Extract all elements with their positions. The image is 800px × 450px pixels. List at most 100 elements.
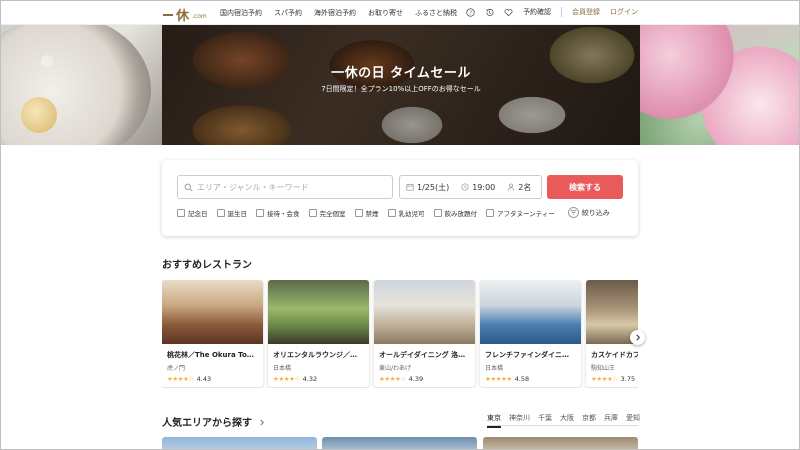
date-time-people-selector[interactable]: 1/25(土) 19:00 2名: [399, 175, 542, 199]
restaurant-name: フレンチファインダイニ…: [485, 351, 569, 359]
person-icon: [508, 183, 515, 191]
svg-text:?: ?: [469, 10, 472, 16]
carousel-next-button[interactable]: [630, 330, 645, 345]
nav-gourmet-delivery[interactable]: お取り寄せ: [368, 8, 403, 18]
popular-areas-title: 人気エリアから探す: [162, 414, 265, 429]
filter-non-smoking[interactable]: 禁煙: [354, 208, 379, 218]
logo-dash: [163, 13, 173, 16]
restaurant-rating: ★★★★☆ 3.75: [591, 375, 638, 383]
filter-business-dinner[interactable]: 接待・会食: [256, 208, 300, 218]
time-selector[interactable]: 19:00: [461, 183, 495, 192]
restaurant-card[interactable]: フレンチファインダイニ… 日本橋 ★★★★★ 4.58: [480, 280, 581, 387]
search-button[interactable]: 検索する: [547, 175, 623, 199]
filter-all-you-can-drink[interactable]: 飲み放題付: [433, 208, 478, 218]
heart-icon[interactable]: [504, 8, 513, 17]
checkbox[interactable]: [354, 208, 363, 217]
food-image: [21, 97, 57, 133]
people-selector[interactable]: 2名: [507, 182, 531, 193]
restaurant-rating: ★★★★☆ 4.32: [273, 375, 364, 383]
hero-next-slide-image[interactable]: [640, 25, 799, 145]
logo-suffix: .com: [192, 13, 207, 20]
restaurant-card[interactable]: オリエンタルラウンジ／… 日本橋 ★★★★☆ 4.32: [268, 280, 369, 387]
filter-afternoon-tea[interactable]: アフタヌーンティー: [486, 208, 555, 218]
restaurant-card[interactable]: オールデイダイニング 洛… 東山/わあげ ★★★★☆ 4.39: [374, 280, 475, 387]
people-value: 2名: [518, 182, 532, 192]
checkbox[interactable]: [486, 208, 494, 217]
restaurant-rating: ★★★★☆ 4.43: [167, 375, 258, 383]
date-selector[interactable]: 1/25(土): [406, 182, 449, 193]
area-tab-osaka[interactable]: 大阪: [560, 413, 574, 428]
restaurant-rating: ★★★★☆ 4.39: [379, 375, 470, 383]
checkbox[interactable]: [216, 208, 225, 217]
popular-areas-label: 人気エリアから探す: [162, 418, 252, 429]
area-card-image[interactable]: [322, 437, 477, 450]
area-tabs: 東京 神奈川 千葉 大阪 京都 兵庫 愛知: [487, 413, 640, 428]
rating-value: 4.39: [408, 375, 424, 383]
restaurant-area: 日本橋: [485, 365, 504, 372]
signup-link[interactable]: 会員登録: [572, 7, 600, 17]
rating-value: 4.58: [514, 375, 530, 383]
refine-filter-label: 絞り込み: [581, 208, 610, 217]
restaurant-area: 虎ノ門: [167, 365, 186, 372]
area-card-image[interactable]: [483, 437, 638, 450]
keyword-input[interactable]: [197, 182, 387, 192]
header-divider: [561, 7, 562, 17]
area-tab-hyogo[interactable]: 兵庫: [604, 413, 618, 428]
site-header: 休 .com 国内宿泊予約 スパ予約 海外宿泊予約 お取り寄せ ふるさと納税 ?…: [1, 1, 799, 25]
site-logo[interactable]: 休 .com: [163, 5, 207, 24]
area-tab-kanagawa[interactable]: 神奈川: [509, 413, 530, 428]
filter-anniversary[interactable]: 記念日: [177, 208, 208, 218]
nav-domestic-hotels[interactable]: 国内宿泊予約: [220, 8, 262, 18]
filter-private-room[interactable]: 完全個室: [308, 208, 346, 218]
history-icon[interactable]: [485, 8, 494, 17]
star-rating-icon: ★★★★☆: [167, 375, 194, 383]
filter-label: 誕生日: [227, 209, 248, 218]
area-tab-chiba[interactable]: 千葉: [538, 413, 552, 428]
restaurant-name: カスケイドカフ: [591, 351, 638, 359]
refine-filter-button[interactable]: 絞り込み: [567, 207, 610, 218]
date-value: 1/25(土): [417, 182, 450, 192]
area-tab-aichi[interactable]: 愛知: [626, 413, 640, 428]
nav-overseas-hotels[interactable]: 海外宿泊予約: [314, 8, 356, 18]
restaurant-name: オールデイダイニング 洛…: [379, 351, 466, 359]
clock-icon: [461, 183, 469, 191]
filter-label: 記念日: [188, 209, 208, 218]
restaurant-area: 駒知山王: [591, 365, 616, 372]
restaurant-area: 東山/わあげ: [379, 365, 412, 372]
filter-birthday[interactable]: 誕生日: [216, 208, 248, 218]
checkbox[interactable]: [433, 208, 442, 217]
hero-title: 一休の日 タイムセール: [331, 66, 471, 81]
reservation-check-link[interactable]: 予約確認: [523, 7, 551, 17]
filter-infants-ok[interactable]: 乳幼児可: [387, 208, 425, 218]
help-icon[interactable]: ?: [466, 7, 475, 17]
star-rating-icon: ★★★★☆: [379, 375, 406, 383]
filter-label: 禁煙: [365, 209, 379, 218]
quick-filters: 記念日 誕生日 接待・会食 完全個室 禁煙 乳幼児可 飲み放題付 アフタヌーンテ…: [177, 207, 610, 218]
keyword-field[interactable]: [177, 175, 393, 199]
area-card-image[interactable]: [162, 437, 317, 450]
restaurant-photo: [374, 280, 475, 344]
area-tab-kyoto[interactable]: 京都: [582, 413, 596, 428]
checkbox[interactable]: [177, 208, 185, 217]
filter-label: 飲み放題付: [444, 209, 478, 218]
recommended-section-title: おすすめレストラン: [162, 260, 252, 271]
restaurant-name: オリエンタルラウンジ／…: [273, 351, 357, 359]
calendar-icon: [406, 183, 414, 191]
restaurant-photo: [480, 280, 581, 344]
nav-spa[interactable]: スパ予約: [274, 8, 302, 18]
checkbox[interactable]: [387, 208, 396, 217]
checkbox[interactable]: [256, 208, 264, 217]
checkbox[interactable]: [308, 208, 317, 217]
area-tab-tokyo[interactable]: 東京: [487, 413, 501, 428]
restaurant-card[interactable]: 桃花林／The Okura To… 虎ノ門 ★★★★☆ 4.43: [162, 280, 263, 387]
search-icon: [184, 183, 193, 191]
rating-value: 4.43: [196, 375, 212, 383]
hero-banner[interactable]: 一休の日 タイムセール 7日間限定！全プラン10%以上OFFのお得なセール: [1, 25, 799, 145]
chevron-right-icon[interactable]: [259, 419, 265, 426]
recommended-carousel: 桃花林／The Okura To… 虎ノ門 ★★★★☆ 4.43 オリエンタルラウ…: [162, 280, 638, 388]
star-rating-icon: ★★★★☆: [273, 375, 300, 383]
hero-prev-slide-image[interactable]: [1, 25, 162, 145]
login-link[interactable]: ログイン: [610, 7, 638, 17]
time-value: 19:00: [472, 182, 496, 192]
nav-furusato-tax[interactable]: ふるさと納税: [415, 8, 457, 18]
